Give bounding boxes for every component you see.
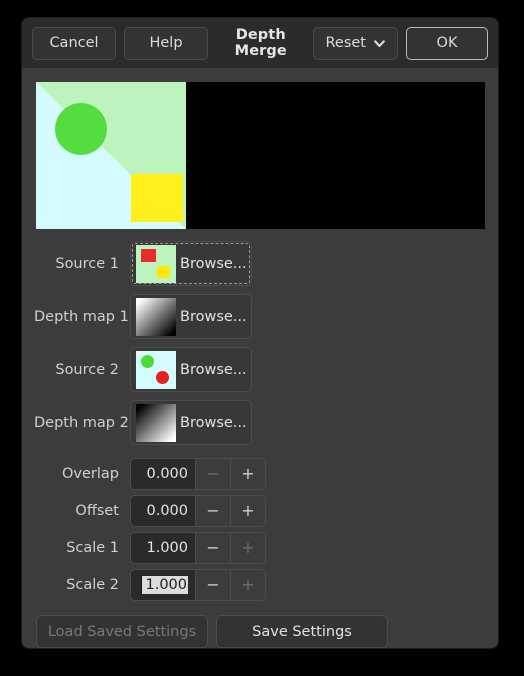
scale-1-increment-button[interactable]: + (230, 532, 265, 563)
ok-button[interactable]: OK (406, 26, 488, 60)
offset-spinner[interactable]: 0.000 − + (130, 494, 266, 527)
minus-icon: − (206, 501, 220, 520)
preview-image (36, 82, 186, 229)
row-source-2: Source 2 Browse... (34, 343, 486, 396)
row-scale-2: Scale 2 1.000 − + (34, 566, 486, 603)
row-overlap: Overlap 0.000 − + (34, 455, 486, 492)
row-depth-map-2: Depth map 2 Browse... (34, 396, 486, 449)
load-saved-settings-label: Load Saved Settings (47, 623, 197, 640)
scale-2-spinner[interactable]: 1.000 − + (130, 568, 266, 601)
depth-map-1-browse-label: Browse... (180, 308, 247, 325)
depth-map-2-thumbnail (136, 403, 176, 442)
screen: Cancel Help Depth Merge Reset OK Source … (0, 0, 524, 676)
offset-input[interactable]: 0.000 (131, 495, 195, 526)
row-source-1: Source 1 Browse... (34, 237, 486, 290)
reset-button-label: Reset (325, 35, 366, 51)
reset-dropdown-button[interactable]: Reset (313, 26, 398, 60)
spinner-rows: Overlap 0.000 − + Offset 0.000 − + Scale… (34, 455, 486, 603)
plus-icon: + (241, 501, 255, 520)
overlap-input[interactable]: 0.000 (131, 458, 195, 489)
offset-increment-button[interactable]: + (230, 495, 265, 526)
source-2-browse-label: Browse... (180, 361, 247, 378)
depth-map-2-browse-label: Browse... (180, 414, 247, 431)
offset-label: Offset (75, 502, 119, 519)
cancel-button-label: Cancel (49, 35, 99, 51)
offset-decrement-button[interactable]: − (195, 495, 230, 526)
row-scale-1: Scale 1 1.000 − + (34, 529, 486, 566)
source-2-browse-button[interactable]: Browse... (130, 347, 252, 392)
preview-circle (55, 103, 107, 155)
help-button-label: Help (149, 35, 183, 51)
minus-icon: − (206, 538, 220, 557)
overlap-value: 0.000 (146, 465, 188, 482)
plus-icon: + (241, 464, 255, 483)
source-rows: Source 1 Browse... Depth map 1 Browse... (34, 237, 486, 449)
overlap-spinner[interactable]: 0.000 − + (130, 457, 266, 490)
scale-1-input[interactable]: 1.000 (131, 532, 195, 563)
source-1-label: Source 1 (55, 255, 119, 272)
row-offset: Offset 0.000 − + (34, 492, 486, 529)
dialog-titlebar: Cancel Help Depth Merge Reset OK (22, 18, 498, 68)
dialog-body: Source 1 Browse... Depth map 1 Browse... (22, 68, 498, 648)
ok-button-label: OK (436, 35, 458, 51)
minus-icon: − (206, 575, 220, 594)
thumb-red-circle (156, 370, 169, 384)
help-button[interactable]: Help (124, 26, 208, 60)
overlap-increment-button[interactable]: + (230, 458, 265, 489)
source2-thumbnail (136, 350, 176, 389)
save-settings-label: Save Settings (252, 623, 352, 640)
minus-icon: − (206, 464, 220, 483)
offset-value: 0.000 (146, 502, 188, 519)
scale-1-label: Scale 1 (66, 539, 119, 556)
load-saved-settings-button[interactable]: Load Saved Settings (36, 615, 208, 648)
scale-1-value: 1.000 (146, 539, 188, 556)
thumb-red-square (141, 248, 156, 262)
source-2-label: Source 2 (55, 361, 119, 378)
scale-2-label: Scale 2 (66, 576, 119, 593)
cancel-button[interactable]: Cancel (32, 26, 116, 60)
bottom-button-bar: Load Saved Settings Save Settings (36, 615, 486, 648)
chevron-down-icon (373, 37, 386, 50)
thumb-green-circle (141, 354, 154, 368)
plus-icon: + (241, 538, 255, 557)
scale-1-spinner[interactable]: 1.000 − + (130, 531, 266, 564)
scale-2-input[interactable]: 1.000 (131, 569, 195, 600)
scale-2-decrement-button[interactable]: − (195, 569, 230, 600)
depth-map-2-browse-button[interactable]: Browse... (130, 400, 252, 445)
depth-map-2-label: Depth map 2 (34, 414, 129, 431)
source1-thumbnail (136, 244, 176, 283)
source-1-browse-button[interactable]: Browse... (130, 241, 252, 286)
scale-2-increment-button[interactable]: + (230, 569, 265, 600)
save-settings-button[interactable]: Save Settings (216, 615, 388, 648)
preview-area[interactable] (36, 82, 485, 229)
depth-merge-dialog: Cancel Help Depth Merge Reset OK Source … (22, 18, 498, 648)
thumb-yellow-square (157, 265, 170, 278)
overlap-decrement-button[interactable]: − (195, 458, 230, 489)
scale-2-value: 1.000 (141, 575, 188, 594)
depth-map-1-browse-button[interactable]: Browse... (130, 294, 252, 339)
depth-map-1-thumbnail (136, 297, 176, 336)
scale-1-decrement-button[interactable]: − (195, 532, 230, 563)
dialog-title: Depth Merge (234, 27, 287, 59)
source-1-browse-label: Browse... (180, 255, 247, 272)
preview-square (131, 174, 183, 222)
row-depth-map-1: Depth map 1 Browse... (34, 290, 486, 343)
plus-icon: + (241, 575, 255, 594)
depth-map-1-label: Depth map 1 (34, 308, 129, 325)
overlap-label: Overlap (62, 465, 119, 482)
